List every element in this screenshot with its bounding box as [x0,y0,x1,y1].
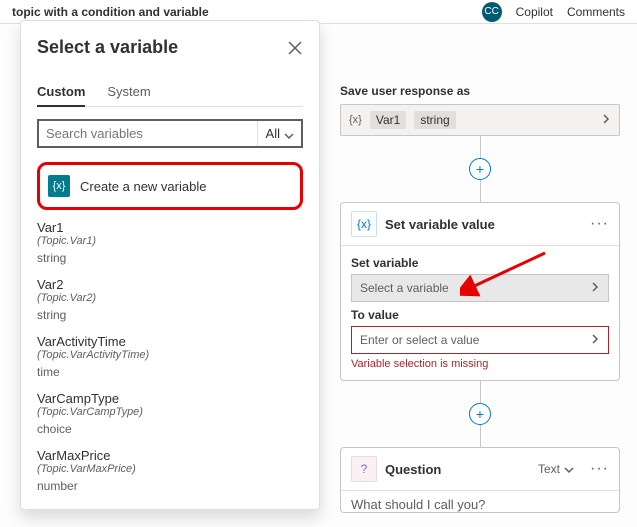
add-node-button[interactable]: + [469,403,491,425]
variable-picker-panel: Select a variable Custom System All {x} … [20,20,320,510]
chevron-down-icon [564,464,574,474]
variable-icon: {x} [349,114,362,126]
filter-dropdown[interactable]: All [257,120,302,147]
filter-label: All [266,126,280,141]
variable-path: (Topic.VarCampType) [37,406,303,418]
comments-button[interactable]: Comments [567,5,625,19]
type-chip: string [414,111,455,129]
variable-path: (Topic.VarMaxPrice) [37,463,303,475]
variable-name: VarCampType [37,391,303,406]
annotation-highlight: {x} Create a new variable [37,162,303,210]
search-input[interactable] [38,120,257,147]
variable-path: (Topic.VarActivityTime) [37,349,303,361]
variable-tabs: Custom System [37,78,303,107]
set-variable-card: {x} Set variable value ··· Set variable … [340,202,620,381]
variable-name: Var1 [37,220,303,235]
variable-type: string [37,251,303,265]
variable-list: Var1 (Topic.Var1) string Var2 (Topic.Var… [37,220,303,493]
variable-path: (Topic.Var1) [37,235,303,247]
question-prompt[interactable]: What should I call you? [341,491,619,512]
more-icon[interactable]: ··· [590,460,609,478]
copilot-button[interactable]: Copilot [516,5,553,19]
variable-icon: {x} [48,175,70,197]
question-icon: ? [351,456,377,482]
to-value-field[interactable]: Enter or select a value [351,326,609,354]
chevron-right-icon [590,281,600,295]
list-item[interactable]: VarActivityTime (Topic.VarActivityTime) … [37,334,303,379]
question-card: ? Question Text ··· What should I call y… [340,447,620,513]
variable-name: Var2 [37,277,303,292]
variable-chip: Var1 [370,111,406,129]
variable-path: (Topic.Var2) [37,292,303,304]
save-response-label: Save user response as [340,84,470,98]
list-item[interactable]: Var2 (Topic.Var2) string [37,277,303,322]
variable-type: time [37,365,303,379]
save-response-field[interactable]: {x} Var1 string [340,104,620,136]
chevron-right-icon [590,333,600,347]
variable-name: VarMaxPrice [37,448,303,463]
error-message: Variable selection is missing [351,358,609,370]
list-item[interactable]: VarMaxPrice (Topic.VarMaxPrice) number [37,448,303,493]
tab-custom[interactable]: Custom [37,78,85,107]
to-value-label: To value [351,308,609,322]
list-item[interactable]: Var1 (Topic.Var1) string [37,220,303,265]
set-variable-icon: {x} [351,211,377,237]
more-icon[interactable]: ··· [590,215,609,233]
set-variable-label: Set variable [351,256,609,270]
select-variable-field[interactable]: Select a variable [351,274,609,302]
chevron-down-icon [284,129,294,139]
close-icon[interactable] [287,40,303,56]
create-variable-label: Create a new variable [80,179,206,194]
panel-title: Select a variable [37,37,178,58]
create-variable-button[interactable]: {x} Create a new variable [44,169,296,203]
add-node-button[interactable]: + [469,158,491,180]
tab-system[interactable]: System [107,78,150,106]
response-type-dropdown[interactable]: Text [538,462,574,476]
user-avatar[interactable]: CC [482,2,502,22]
variable-type: string [37,308,303,322]
variable-type: choice [37,422,303,436]
card-title: Question [385,462,530,477]
page-breadcrumb: topic with a condition and variable [12,5,209,19]
placeholder-text: Select a variable [360,281,449,295]
placeholder-text: Enter or select a value [360,333,479,347]
list-item[interactable]: VarCampType (Topic.VarCampType) choice [37,391,303,436]
variable-type: number [37,479,303,493]
card-title: Set variable value [385,217,582,232]
chevron-right-icon [601,113,611,127]
variable-name: VarActivityTime [37,334,303,349]
